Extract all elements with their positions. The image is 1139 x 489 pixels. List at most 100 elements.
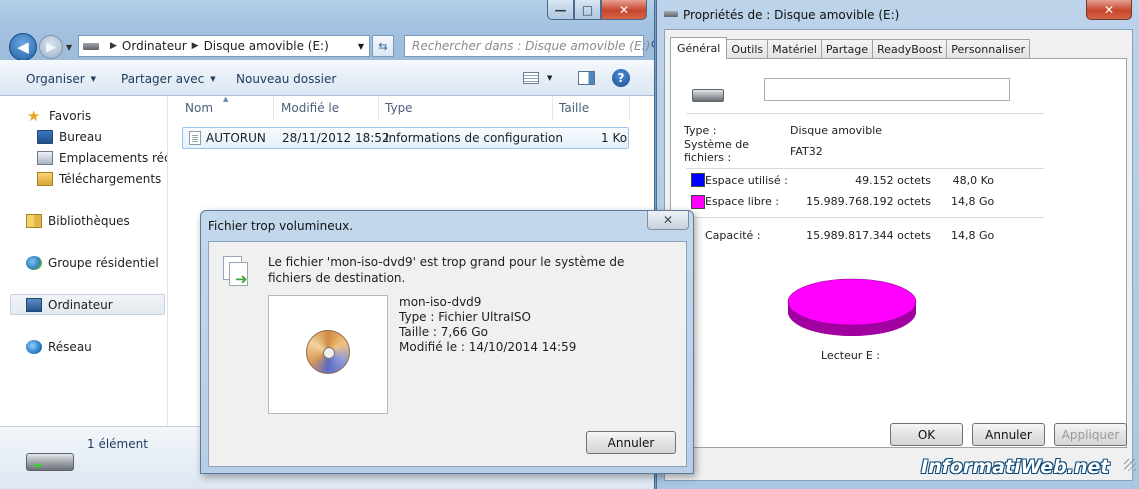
config-file-icon — [189, 131, 201, 145]
preview-pane-icon[interactable] — [578, 71, 595, 85]
column-divider[interactable] — [629, 96, 630, 120]
cancel-button[interactable]: Annuler — [972, 423, 1045, 446]
cancel-button[interactable]: Annuler — [586, 431, 676, 454]
search-input[interactable]: Rechercher dans : Disque amovible (E:) ⚲ — [404, 35, 654, 57]
new-folder-button[interactable]: Nouveau dossier — [236, 72, 336, 86]
breadcrumb-drive[interactable]: Disque amovible (E:) — [204, 39, 329, 53]
share-with-menu[interactable]: Partager avec ▼ — [121, 72, 216, 86]
breadcrumb-separator-icon[interactable]: ▶ — [110, 41, 117, 51]
dialog-body: ➜ Le fichier 'mon-iso-dvd9' est trop gra… — [208, 241, 687, 467]
tab-readyboost[interactable]: ReadyBoost — [872, 39, 948, 59]
nav-label: Ordinateur — [48, 298, 113, 312]
nav-downloads[interactable]: Téléchargements — [37, 170, 161, 188]
view-options-icon[interactable] — [523, 72, 539, 84]
column-header-size[interactable]: Taille — [559, 101, 589, 115]
file-size: Taille : 7,66 Go — [399, 325, 488, 339]
chevron-down-icon[interactable]: ▼ — [547, 74, 552, 82]
free-space-swatch — [691, 195, 705, 209]
item-count: 1 élément — [87, 437, 148, 451]
dialog-title: Fichier trop volumineux. — [208, 219, 354, 233]
chevron-down-icon: ▼ — [90, 75, 97, 83]
type-value: Disque amovible — [790, 124, 883, 137]
breadcrumb-computer[interactable]: Ordinateur — [122, 39, 187, 53]
dialog-message: Le fichier 'mon-iso-dvd9' est trop grand… — [268, 255, 625, 285]
address-bar[interactable]: ▶ Ordinateur ▶ Disque amovible (E:) ▼ — [78, 35, 370, 57]
drive-icon — [664, 11, 678, 17]
divider — [686, 168, 1044, 169]
tab-sharing[interactable]: Partage — [820, 39, 874, 59]
file-details: mon-iso-dvd9 Type : Fichier UltraISO Tai… — [399, 295, 576, 355]
close-button[interactable]: ✕ — [1086, 0, 1132, 20]
capacity-label: Capacité : — [705, 229, 761, 242]
search-icon[interactable]: ⚲ — [650, 39, 654, 54]
tab-general[interactable]: Général — [670, 37, 728, 59]
general-panel: Type : Disque amovible Système de fichie… — [670, 58, 1127, 448]
sort-ascending-icon: ▲ — [223, 95, 229, 103]
iso-disc-icon — [306, 330, 350, 374]
column-header-name[interactable]: Nom — [185, 101, 213, 115]
volume-name-field[interactable] — [764, 78, 1010, 101]
close-button[interactable]: ✕ — [647, 211, 689, 230]
resize-grip[interactable] — [1124, 459, 1136, 471]
close-button[interactable]: ✕ — [601, 0, 647, 20]
column-divider[interactable] — [273, 96, 274, 120]
filesystem-label: Système de fichiers : — [684, 138, 750, 164]
ok-button[interactable]: OK — [890, 423, 963, 446]
nav-favorites[interactable]: ★ Favoris — [27, 107, 91, 125]
nav-label: Réseau — [48, 340, 92, 354]
properties-window: Propriétés de : Disque amovible (E:) ✕ G… — [656, 0, 1139, 489]
nav-network[interactable]: Réseau — [26, 338, 92, 356]
organize-menu[interactable]: Organiser ▼ — [26, 72, 96, 86]
free-space-label: Espace libre : — [705, 195, 780, 208]
refresh-button[interactable]: ⇆ — [372, 35, 394, 57]
divider — [686, 113, 1044, 114]
refresh-icon: ⇆ — [378, 39, 388, 53]
nav-libraries[interactable]: Bibliothèques — [26, 212, 130, 230]
apply-button[interactable]: Appliquer — [1054, 423, 1127, 446]
libraries-icon — [26, 214, 42, 228]
column-divider[interactable] — [378, 96, 379, 120]
nav-label: Groupe résidentiel — [48, 256, 159, 270]
file-copy-icon: ➜ — [223, 256, 249, 288]
recent-pages-dropdown[interactable]: ▼ — [66, 43, 72, 52]
column-header-type[interactable]: Type — [385, 101, 413, 115]
capacity-bytes: 15.989.817.344 octets — [806, 229, 931, 242]
tab-hardware[interactable]: Matériel — [767, 39, 822, 59]
file-type: Type : Fichier UltraISO — [399, 310, 531, 324]
help-icon[interactable]: ? — [612, 69, 630, 87]
maximize-button[interactable]: □ — [574, 0, 601, 20]
nav-desktop[interactable]: Bureau — [37, 128, 102, 146]
nav-recent-places[interactable]: Emplacements récents — [37, 149, 167, 167]
nav-label: Emplacements récents — [59, 151, 167, 165]
pie-free-slice — [787, 278, 917, 326]
organize-label: Organiser — [26, 72, 85, 86]
nav-homegroup[interactable]: Groupe résidentiel — [26, 254, 159, 272]
desktop-icon — [37, 130, 53, 144]
tab-tools[interactable]: Outils — [726, 39, 769, 59]
divider — [686, 217, 1044, 218]
nav-label: Bibliothèques — [48, 214, 130, 228]
back-button[interactable]: ◀ — [9, 33, 37, 61]
command-bar: Organiser ▼ Partager avec ▼ Nouveau dossie… — [0, 60, 654, 96]
search-placeholder: Rechercher dans : Disque amovible (E:) — [412, 39, 651, 53]
free-space-bytes: 15.989.768.192 octets — [806, 195, 931, 208]
table-row[interactable]: AUTORUN 28/11/2012 18:52 Informations de… — [182, 127, 629, 149]
column-divider[interactable] — [552, 96, 553, 120]
nav-label: Favoris — [49, 109, 92, 123]
chevron-down-icon[interactable]: ▼ — [358, 42, 364, 51]
downloads-folder-icon — [37, 172, 53, 186]
network-icon — [26, 340, 42, 354]
properties-client-area: Général Outils Matériel Partage ReadyBoo… — [664, 29, 1133, 481]
tab-strip: Général Outils Matériel Partage ReadyBoo… — [670, 37, 1031, 59]
tab-customize[interactable]: Personnaliser — [946, 39, 1031, 59]
window-title: Propriétés de : Disque amovible (E:) — [683, 8, 900, 22]
column-header-modified[interactable]: Modifié le — [281, 101, 339, 115]
minimize-button[interactable]: — — [547, 0, 574, 20]
forward-button[interactable]: ▶ — [39, 35, 63, 59]
homegroup-icon — [26, 256, 42, 270]
nav-computer[interactable]: Ordinateur — [26, 296, 113, 314]
breadcrumb-separator-icon[interactable]: ▶ — [192, 41, 199, 51]
drive-icon — [83, 42, 99, 50]
file-modified: Modifié le : 14/10/2014 14:59 — [399, 340, 577, 354]
removable-drive-icon — [26, 453, 74, 471]
